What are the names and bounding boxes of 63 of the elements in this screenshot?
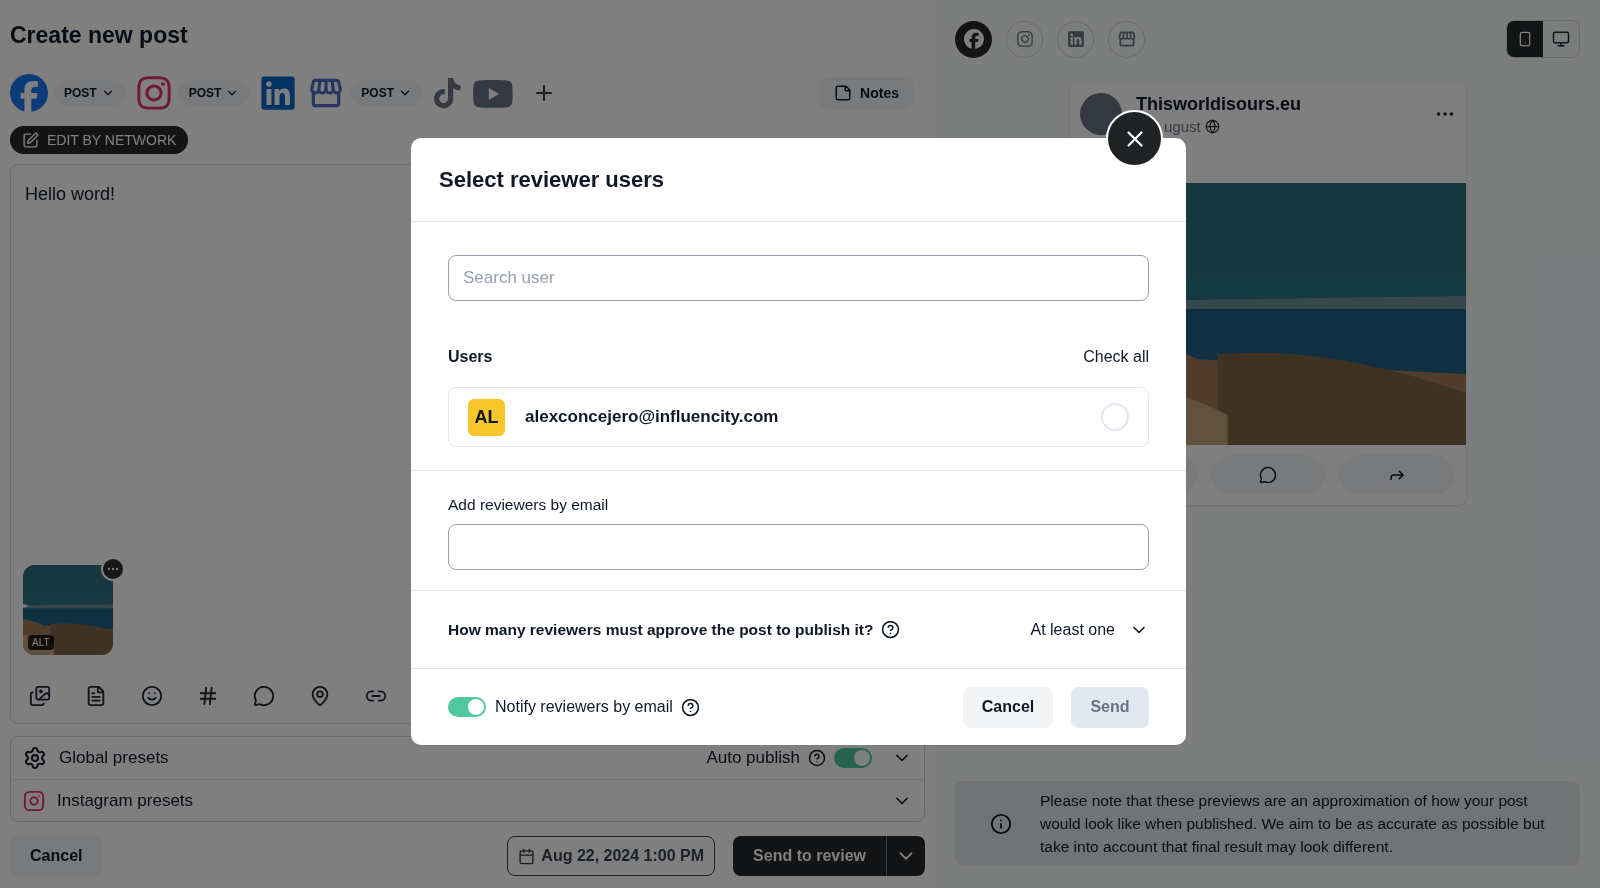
facebook-icon <box>963 29 984 49</box>
alt-badge[interactable]: ALT <box>28 635 54 650</box>
info-icon <box>990 812 1012 835</box>
preset-row[interactable]: Instagram presets <box>11 779 924 821</box>
user-row[interactable]: AL alexconcejero@influencity.com <box>448 387 1149 447</box>
monitor-icon <box>1552 30 1570 48</box>
comment-icon <box>1259 466 1277 484</box>
toggle-switch[interactable] <box>448 697 486 718</box>
smartphone-icon <box>1517 31 1533 47</box>
linkedin-icon <box>1066 30 1085 48</box>
calendar-icon <box>518 847 536 865</box>
approval-question: How many reviewers must approve the post to publish it? <box>448 620 874 641</box>
document-icon[interactable] <box>85 685 107 707</box>
notes-button[interactable]: Notes <box>820 77 913 110</box>
notify-label: Notify reviewers by email <box>495 697 673 718</box>
post-date: ugust <box>1164 116 1201 137</box>
add-reviewers-label: Add reviewers by email <box>448 495 610 515</box>
cancel-button[interactable]: Cancel <box>963 686 1053 728</box>
comment-icon[interactable] <box>253 685 275 707</box>
image-gallery-icon[interactable] <box>29 685 51 707</box>
toggle-switch[interactable] <box>834 748 872 768</box>
reviewer-email-field[interactable] <box>448 524 1149 571</box>
facebook-icon[interactable] <box>10 74 48 113</box>
account-name: Thisworldisours.eu <box>1136 93 1302 116</box>
emoji-icon[interactable] <box>141 685 163 707</box>
post-type-dropdown[interactable]: POST <box>54 80 125 107</box>
avatar <box>1080 93 1122 135</box>
cancel-button[interactable]: Cancel <box>10 836 103 876</box>
note-icon <box>834 84 853 103</box>
edit-by-network-button[interactable]: EDIT BY NETWORK <box>10 126 189 155</box>
user-radio[interactable] <box>1101 403 1129 431</box>
user-email: alexconcejero@influencity.com <box>525 406 779 429</box>
search-user-field[interactable]: Search user <box>448 255 1149 301</box>
date-picker[interactable]: Aug 22, 2024 1:00 PM <box>507 836 716 876</box>
edit-icon <box>22 131 39 149</box>
help-icon[interactable] <box>680 697 700 717</box>
preset-row[interactable]: Global presets Auto publish <box>11 737 924 779</box>
dialog-title: Select reviewer users <box>439 166 665 194</box>
linkedin-icon[interactable] <box>259 74 298 113</box>
user-avatar: AL <box>468 398 505 436</box>
mobile-view-toggle[interactable] <box>1507 21 1543 57</box>
preview-note-text: Please note that these previews are an approximation of how your post would look like when published. We aim to be as accurate as possible but take into account that final result may look different. <box>1039 791 1546 857</box>
help-icon[interactable] <box>881 620 901 640</box>
users-label: Users <box>448 347 493 367</box>
preset-label: Instagram presets <box>57 789 194 812</box>
location-icon[interactable] <box>309 685 331 707</box>
auto-publish-label: Auto publish <box>706 747 800 770</box>
more-button[interactable] <box>101 557 125 581</box>
hashtag-icon[interactable] <box>197 685 219 707</box>
network-preview-tab[interactable] <box>955 20 992 58</box>
instagram-icon[interactable] <box>134 74 173 113</box>
preset-label: Global presets <box>59 747 169 770</box>
globe-icon <box>1204 119 1220 135</box>
post-type-dropdown[interactable]: POST <box>178 80 250 107</box>
storefront-icon <box>1116 29 1137 49</box>
instagram-icon <box>23 789 45 812</box>
instagram-icon <box>1015 30 1034 48</box>
settings-icon <box>23 746 47 770</box>
check-all-link[interactable]: Check all <box>1083 345 1149 369</box>
post-type-dropdown[interactable]: POST <box>351 80 422 107</box>
tiktok-icon[interactable] <box>432 78 463 109</box>
page-title: Create new post <box>10 21 189 50</box>
approval-dropdown[interactable]: At least one <box>1030 617 1149 642</box>
